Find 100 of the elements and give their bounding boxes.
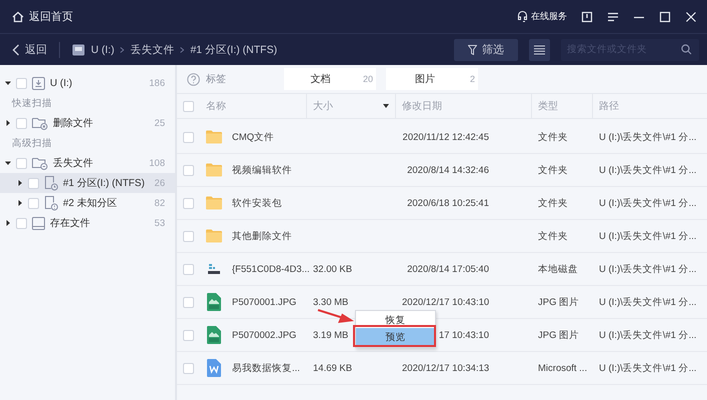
back-button[interactable]: 返回 [12,42,47,57]
filter-button[interactable]: 筛选 [454,38,518,60]
checkbox[interactable] [183,296,194,308]
arrow-drawing [317,309,355,325]
modified-date: 2020/8/14 17:05:40 [406,264,489,274]
file-size: 32.00 KB [313,264,352,274]
sort-caret-icon [383,104,389,108]
folder-icon [206,229,222,243]
partition-icon [44,176,58,190]
help-icon [187,72,200,86]
file-name: 其他删除文件 [232,230,292,242]
collapse-caret-icon[interactable] [5,220,11,226]
tree-item[interactable]: 丢失文件 108 [0,153,175,173]
tag-filter[interactable]: 文档 20 [284,68,376,90]
expand-caret-icon[interactable] [5,80,11,86]
home-button[interactable]: 返回首页 [12,9,73,24]
checkbox[interactable] [183,362,194,374]
checkbox[interactable] [16,118,27,128]
feedback-icon[interactable] [581,10,593,22]
partition-icon [44,196,58,210]
item-count: 53 [154,218,165,228]
tag-filter[interactable]: 图片 2 [386,68,478,90]
folder-icon [206,130,222,144]
breadcrumb-item[interactable]: #1 分区(I:) (NTFS) [190,42,278,56]
image-file-icon [207,293,221,311]
checkbox[interactable] [183,264,194,274]
checkbox[interactable] [183,164,194,176]
file-path: U (I:)\丢失文件\#1 分... [599,262,697,276]
tree-item[interactable]: #1 分区(I:) (NTFS) 26 [0,173,175,193]
file-type: Microsoft ... [538,362,588,374]
file-name: CMQ文件 [232,130,274,144]
modified-date: 2020/11/12 12:42:45 [402,132,489,142]
disk-icon [207,263,221,275]
file-type: JPG 图片 [538,296,580,308]
checkbox[interactable] [28,198,39,208]
checkbox[interactable] [16,218,27,228]
chevron-right-icon [120,46,124,52]
checkbox[interactable] [183,100,194,112]
online-service-button[interactable]: 在线服务 [517,10,567,23]
expand-caret-icon[interactable] [5,160,11,166]
image-file-icon [207,326,221,344]
folder-icon [32,156,48,170]
close-icon[interactable] [685,10,697,22]
file-type: 文件夹 [538,130,568,144]
tree-item[interactable]: U (I:) 186 [0,73,175,93]
file-name: {F551C0D8-4D3... [232,264,310,274]
folder-icon [32,116,48,130]
folder-icon [206,163,222,177]
headset-icon [517,10,528,23]
breadcrumb-item[interactable]: 丢失文件 [130,42,174,56]
file-path: U (I:)\丢失文件\#1 分... [599,230,697,242]
file-path: U (I:)\丢失文件\#1 分... [599,296,697,308]
tree-label: 存在文件 [50,216,90,230]
modified-date: 2020/8/14 14:32:46 [406,164,489,176]
file-size: 3.19 MB [313,330,348,340]
maximize-icon[interactable] [659,10,671,22]
collapse-caret-icon[interactable] [5,120,11,126]
checkbox[interactable] [16,158,27,168]
list-view-button[interactable] [529,38,550,60]
tree-item[interactable]: 删除文件 25 [0,113,175,133]
file-name: 视频编辑软件 [232,164,292,176]
checkbox[interactable] [183,198,194,208]
checkbox[interactable] [16,78,27,88]
tree-label: #1 分区(I:) (NTFS) [63,177,145,190]
breadcrumb-item[interactable]: U (I:) [91,44,114,56]
menu-item[interactable]: 预览 [356,328,435,346]
word-file-icon [207,359,221,377]
file-name: 软件安装包 [232,196,282,210]
collapse-caret-icon[interactable] [17,200,23,206]
item-count: 186 [149,78,165,88]
file-name: 易我数据恢复... [232,362,300,374]
file-type: 文件夹 [538,196,568,210]
file-path: U (I:)\丢失文件\#1 分... [599,130,697,144]
section-heading: 快速扫描 [10,97,53,111]
chevron-right-icon [180,46,184,52]
modified-date: 2020/12/17 10:43:10 [402,296,489,308]
collapse-caret-icon[interactable] [17,180,23,186]
item-count: 26 [154,178,165,188]
file-path: U (I:)\丢失文件\#1 分... [599,362,697,374]
file-type: 文件夹 [538,230,568,242]
file-path: U (I:)\丢失文件\#1 分... [599,328,697,342]
item-count: 108 [149,158,165,168]
list-icon [534,44,545,54]
tree-label: 丢失文件 [53,156,93,170]
tree-item[interactable]: #2 未知分区 82 [0,193,175,213]
checkbox[interactable] [183,330,194,340]
home-icon [12,10,24,22]
file-type: 文件夹 [538,164,568,176]
menu-icon[interactable] [607,10,619,22]
chevron-left-icon [12,44,20,56]
search-icon [681,44,692,55]
file-name: P5070001.JPG [232,296,296,308]
modified-date: 17 10:43:10 [438,330,489,340]
section-heading: 高级扫描 [11,137,53,151]
tree-item[interactable]: 存在文件 53 [0,213,175,233]
checkbox[interactable] [183,132,194,142]
modified-date: 2020/6/18 10:25:41 [406,198,489,208]
checkbox[interactable] [183,230,194,242]
modified-date: 2020/12/17 10:34:13 [402,362,489,374]
checkbox[interactable] [28,178,39,188]
